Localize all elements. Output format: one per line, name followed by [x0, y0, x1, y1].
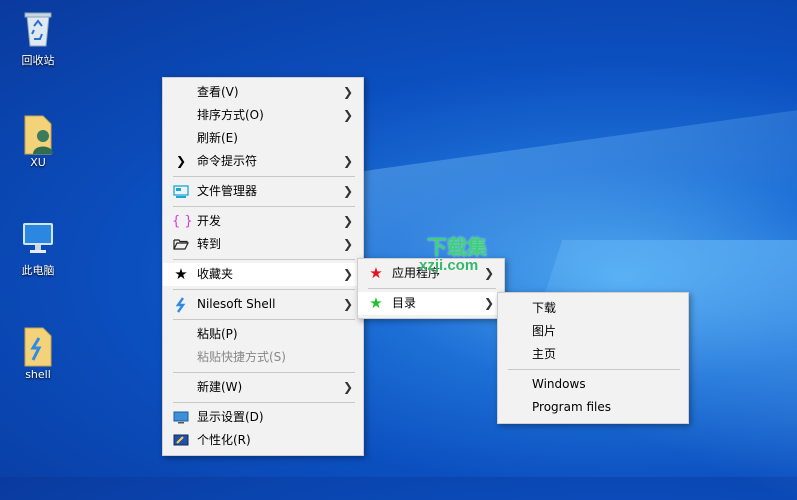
- menu-item-label: 显示设置(D): [197, 410, 264, 424]
- menu-item-favorites[interactable]: ★ 收藏夹 ❯: [163, 263, 363, 286]
- chevron-right-icon: ❯: [342, 85, 353, 99]
- menu-item-sort-by[interactable]: 排序方式(O) ❯: [163, 104, 363, 127]
- menu-item-label: Nilesoft Shell: [197, 297, 276, 311]
- menu-item-label: 转到: [197, 237, 222, 251]
- chevron-right-icon: ❯: [342, 154, 353, 168]
- watermark: 下载集 xzji.com: [371, 238, 487, 273]
- watermark-url: xzji.com: [419, 257, 479, 274]
- menu-item-label: 命令提示符: [197, 154, 258, 168]
- menu-item-paste-shortcut: 粘贴快捷方式(S): [163, 346, 363, 369]
- desktop-icon-shell[interactable]: shell: [8, 324, 68, 381]
- menu-item-label: 查看(V): [197, 85, 239, 99]
- menu-item-label: 目录: [392, 296, 417, 310]
- desktop-icon-label: 此电脑: [21, 264, 55, 277]
- menu-item-pictures[interactable]: 图片: [498, 320, 688, 343]
- menu-item-file-manager[interactable]: 文件管理器 ❯: [163, 180, 363, 203]
- chevron-right-icon: ❯: [342, 297, 353, 311]
- menu-item-label: Windows: [532, 377, 586, 391]
- menu-item-label: 个性化(R): [197, 433, 251, 447]
- menu-item-label: 排序方式(O): [197, 108, 264, 122]
- menu-item-directory[interactable]: ★ 目录 ❯: [358, 292, 504, 315]
- menu-item-command-prompt[interactable]: ❯ 命令提示符 ❯: [163, 150, 363, 173]
- folder-open-icon: [172, 233, 190, 256]
- menu-item-downloads[interactable]: 下载: [498, 297, 688, 320]
- menu-item-develop[interactable]: { } 开发 ❯: [163, 210, 363, 233]
- menu-item-view[interactable]: 查看(V) ❯: [163, 81, 363, 104]
- menu-item-nilesoft-shell[interactable]: Nilesoft Shell ❯: [163, 293, 363, 316]
- menu-item-display-settings[interactable]: 显示设置(D): [163, 406, 363, 429]
- menu-item-label: 开发: [197, 214, 222, 228]
- personalize-icon: [172, 429, 190, 452]
- chevron-right-icon: ❯: [342, 214, 353, 228]
- menu-separator: [173, 319, 355, 320]
- menu-item-new[interactable]: 新建(W) ❯: [163, 376, 363, 399]
- desktop-icon-label: 回收站: [21, 54, 55, 67]
- menu-item-label: 粘贴(P): [197, 327, 238, 341]
- menu-item-label: 文件管理器: [197, 184, 258, 198]
- chevron-right-icon: ❯: [342, 237, 353, 251]
- menu-item-label: 新建(W): [197, 380, 243, 394]
- menu-item-home[interactable]: 主页: [498, 343, 688, 366]
- chevron-right-icon: ❯: [483, 296, 494, 310]
- desktop-icon-recycle-bin[interactable]: 回收站: [8, 8, 68, 68]
- star-icon: ★: [174, 265, 188, 283]
- desktop-icon-user-folder[interactable]: XU: [8, 112, 68, 169]
- green-star-icon: ★: [369, 294, 383, 312]
- menu-separator: [368, 288, 496, 289]
- desktop-icon-label: XU: [30, 156, 46, 169]
- recycle-bin-icon: [21, 8, 55, 48]
- menu-separator: [173, 206, 355, 207]
- menu-item-label: Program files: [532, 400, 611, 414]
- nilesoft-icon: [172, 293, 190, 316]
- desktop-context-menu: 查看(V) ❯ 排序方式(O) ❯ 刷新(E) ❯ 命令提示符 ❯ 文件管理器 …: [162, 77, 364, 456]
- chevron-right-icon: ❯: [342, 267, 353, 281]
- chevron-right-icon: ❯: [342, 380, 353, 394]
- menu-separator: [508, 369, 680, 370]
- menu-item-personalize[interactable]: 个性化(R): [163, 429, 363, 452]
- display-icon: [172, 406, 190, 429]
- braces-icon: { }: [172, 214, 193, 229]
- menu-item-refresh[interactable]: 刷新(E): [163, 127, 363, 150]
- chevron-right-icon: ❯: [175, 154, 187, 168]
- desktop-icon-label: shell: [25, 368, 51, 381]
- menu-item-goto[interactable]: 转到 ❯: [163, 233, 363, 256]
- shell-folder-icon: [21, 324, 55, 367]
- directory-submenu: 下载 图片 主页 Windows Program files: [497, 292, 689, 424]
- menu-separator: [173, 176, 355, 177]
- menu-item-label: 主页: [532, 347, 557, 361]
- computer-icon: [21, 218, 55, 258]
- desktop-icon-this-pc[interactable]: 此电脑: [8, 218, 68, 278]
- menu-item-windows[interactable]: Windows: [498, 373, 688, 396]
- menu-item-label: 粘贴快捷方式(S): [197, 350, 286, 364]
- menu-separator: [173, 402, 355, 403]
- menu-item-program-files[interactable]: Program files: [498, 396, 688, 419]
- menu-item-paste[interactable]: 粘贴(P): [163, 323, 363, 346]
- file-manager-icon: [172, 180, 190, 203]
- menu-separator: [173, 259, 355, 260]
- menu-separator: [173, 289, 355, 290]
- chevron-right-icon: ❯: [342, 184, 353, 198]
- menu-item-label: 图片: [532, 324, 557, 338]
- watermark-title: 下载集: [427, 237, 487, 259]
- chevron-right-icon: ❯: [342, 108, 353, 122]
- menu-item-label: 下载: [532, 301, 557, 315]
- menu-separator: [173, 372, 355, 373]
- user-folder-icon: [21, 112, 55, 155]
- menu-item-label: 刷新(E): [197, 131, 238, 145]
- menu-item-label: 收藏夹: [197, 267, 234, 281]
